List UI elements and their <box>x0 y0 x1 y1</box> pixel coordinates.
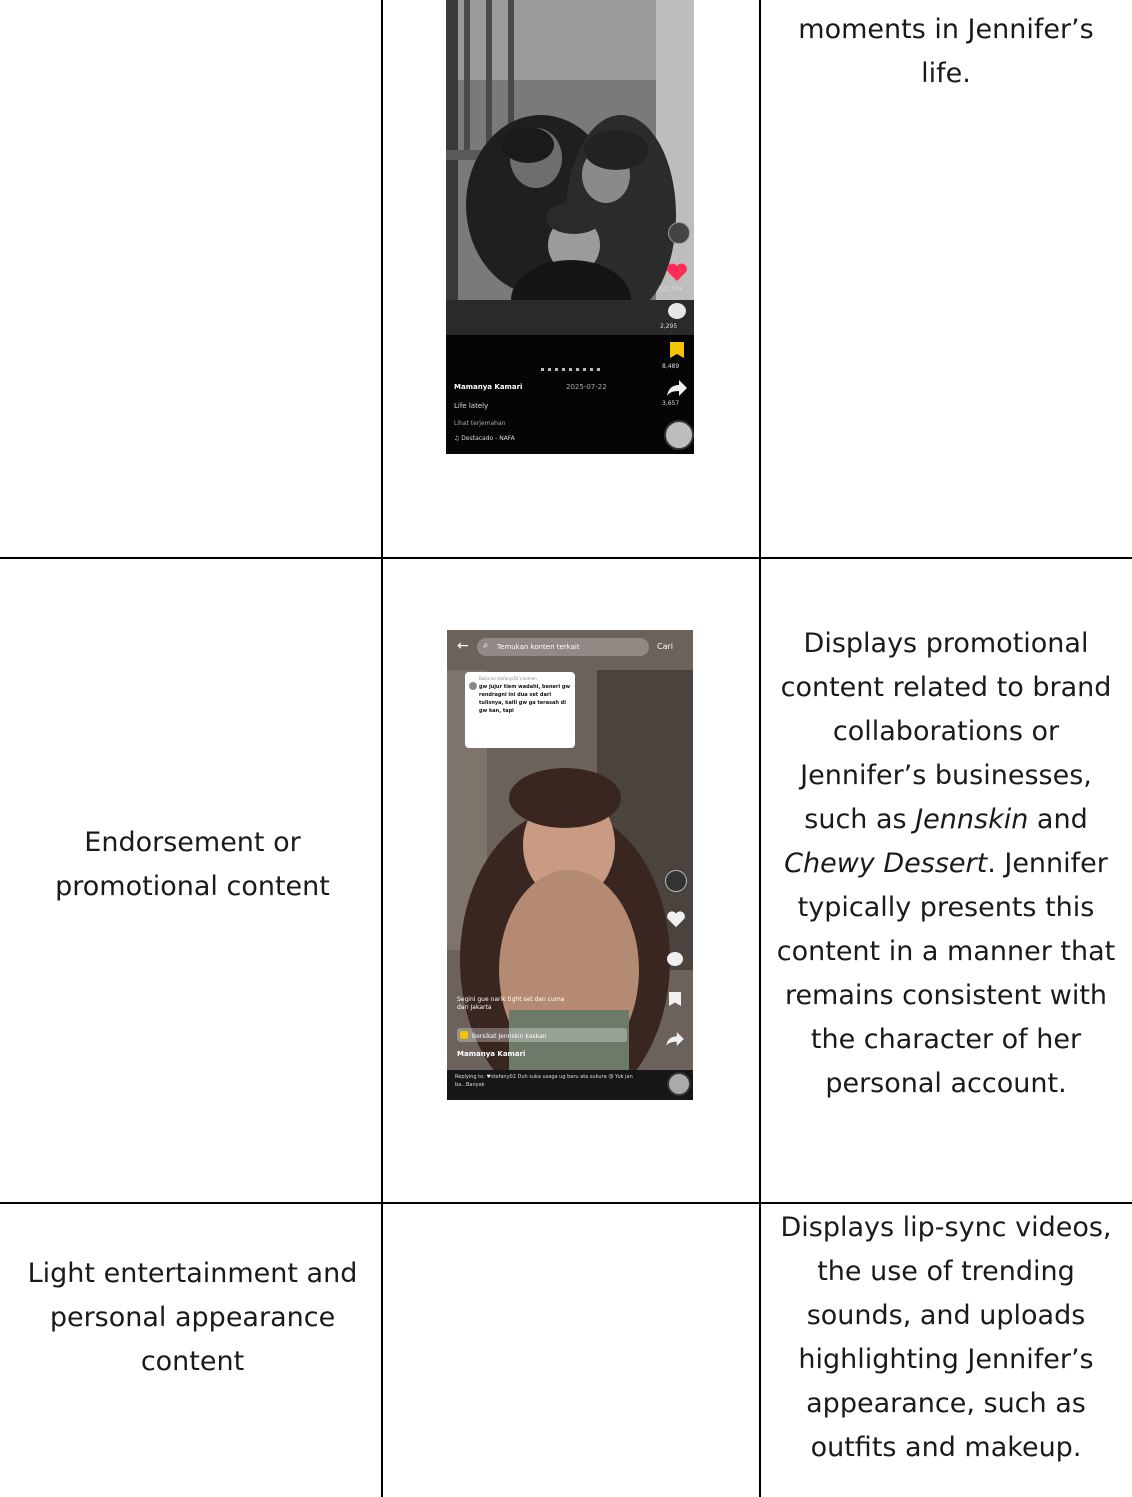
table-border-row2 <box>0 1202 1132 1204</box>
comment-count: 2,295 <box>660 323 678 330</box>
reply-to-label: Balas ke stefanyr02's komen <box>479 676 537 681</box>
row1-description-cell: moments in Jennifer’s life. <box>770 8 1122 98</box>
row1-description: moments in Jennifer’s life. <box>798 14 1094 89</box>
sound-avatar-icon[interactable] <box>668 222 690 244</box>
heart-icon[interactable] <box>666 910 686 928</box>
search-button[interactable]: Cari <box>657 642 673 651</box>
back-arrow-icon[interactable]: ← <box>457 638 469 654</box>
reply-line: Replying to: ♥stefany02 Duh suka usaga u… <box>455 1074 633 1088</box>
heart-icon[interactable] <box>666 262 688 282</box>
row2-description: Displays promotional content related to … <box>776 628 1116 1099</box>
search-bar[interactable]: ⌕ Temukan konten terkait <box>477 638 649 656</box>
brand-jennskin: Jennskin <box>915 804 1029 835</box>
reply-comment-bubble: Balas ke stefanyr02's komen gw jujur tie… <box>465 672 575 748</box>
post-username[interactable]: Mamanya Kamari <box>454 383 522 392</box>
promo-banner[interactable]: Bersikat Jennskin kaskan <box>457 1028 627 1042</box>
row2-description-cell: Displays promotional content related to … <box>770 622 1122 1112</box>
share-icon[interactable] <box>666 1032 684 1046</box>
table-border-right-col <box>759 0 761 1497</box>
save-count: 8,489 <box>662 363 680 370</box>
post-date: 2025-07-22 <box>566 383 607 391</box>
comment-icon[interactable] <box>668 303 686 319</box>
table-border-left-col <box>381 0 383 1497</box>
row3-category-cell: Light entertainment and personal appeara… <box>20 1243 365 1393</box>
table-border-row1 <box>0 557 1132 559</box>
music-disc-icon[interactable] <box>667 1072 691 1096</box>
row3-description: Displays lip-sync videos, the use of tre… <box>780 1212 1112 1463</box>
share-count: 3,657 <box>662 400 680 407</box>
carousel-dots <box>541 368 601 371</box>
row3-description-cell: Displays lip-sync videos, the use of tre… <box>770 1206 1122 1492</box>
translate-link[interactable]: Lihat terjemahan <box>454 419 505 428</box>
row1-category-cell <box>0 0 381 557</box>
promo-icon <box>460 1031 468 1039</box>
search-input[interactable]: Temukan konten terkait <box>497 643 580 652</box>
share-icon[interactable] <box>667 380 687 396</box>
brand-chewy-dessert: Chewy Dessert <box>784 848 988 879</box>
music-disc-icon[interactable] <box>664 420 694 450</box>
row3-category: Light entertainment and personal appeara… <box>27 1258 358 1377</box>
post-caption: Life lately <box>454 402 489 410</box>
search-icon: ⌕ <box>483 640 489 651</box>
commenter-avatar <box>469 682 477 690</box>
video-caption: Segini gue narik tight set dan cuma dari… <box>457 996 565 1011</box>
promo-label: Bersikat Jennskin kaskan <box>472 1033 547 1040</box>
comment-icon[interactable] <box>667 952 683 966</box>
sound-avatar-icon[interactable] <box>665 870 687 892</box>
like-count: 722,736 <box>658 286 683 293</box>
family-post-screenshot: 722,736 2,295 8,489 3,657 Mamanya Kamari… <box>446 0 694 454</box>
content-table: moments in Jennifer’s life. 722,736 2,29… <box>0 0 1132 1497</box>
promo-username[interactable]: Mamanya Kamari <box>457 1050 525 1059</box>
reply-bubble-text: gw jujur tiem wadahi, beneri gw rendragn… <box>479 684 571 714</box>
row2-category: Endorsement or promotional content <box>55 827 330 902</box>
promo-video-screenshot: ← ⌕ Temukan konten terkait Cari Balas ke… <box>447 630 693 1100</box>
row2-category-cell: Endorsement or promotional content <box>20 820 365 910</box>
music-label[interactable]: ♫ Destacado - NAFA <box>454 434 515 443</box>
